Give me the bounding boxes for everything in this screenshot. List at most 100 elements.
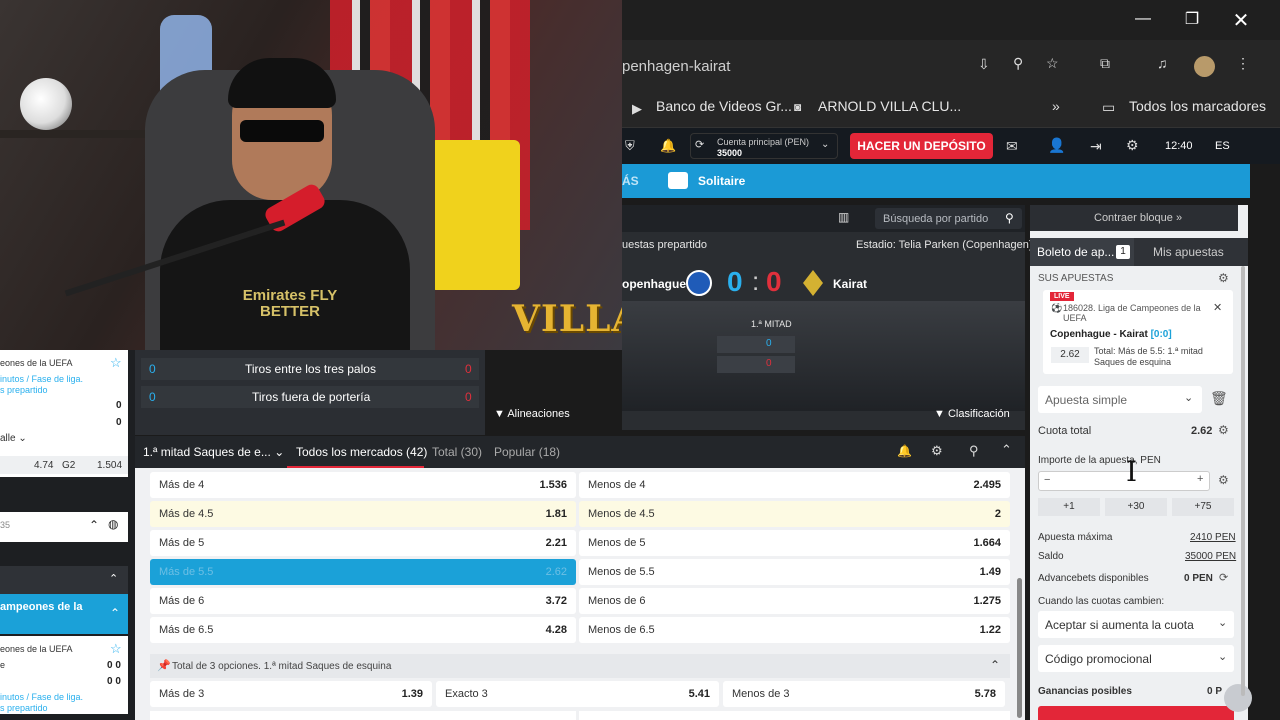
collapse-all-icon[interactable]: ⌃ xyxy=(1001,442,1012,458)
media-icon[interactable]: ♫ xyxy=(1157,55,1168,71)
quick-amount-1[interactable]: +1 xyxy=(1038,498,1100,516)
market-group-header[interactable]: 📌 Total de 3 opciones. 1.ª mitad Saques … xyxy=(150,654,1010,678)
restore-icon[interactable]: ❐ xyxy=(1169,9,1215,29)
betslip-scrollbar[interactable] xyxy=(1241,266,1245,696)
extensions-icon[interactable]: ⧉ xyxy=(1100,55,1110,72)
bet-market: Total: Más de 5.5: 1.ª mitad Saques de e… xyxy=(1094,346,1203,367)
market-row[interactable]: Menos de 3 5.78 xyxy=(723,681,1005,707)
refresh-icon[interactable]: ⟳ xyxy=(695,138,704,151)
match-card[interactable]: eones de la UEFA ☆ inutos / Fase de liga… xyxy=(0,350,128,477)
market-row[interactable]: Menos de 4.5 2 xyxy=(579,501,1010,527)
menu-icon[interactable]: ⋮ xyxy=(1236,55,1250,72)
classification-button[interactable]: ▼ Clasificación xyxy=(934,408,1010,420)
zoom-icon[interactable]: ⚲ xyxy=(1013,55,1023,72)
tab-betslip[interactable]: Boleto de ap... 1 xyxy=(1030,238,1134,266)
bookmark-2[interactable]: ARNOLD VILLA CLU... xyxy=(818,98,961,114)
tab-all-markets[interactable]: Todos los mercados (42) xyxy=(296,445,427,459)
all-bookmarks[interactable]: Todos los marcadores xyxy=(1129,98,1266,114)
balance-value[interactable]: 35000 PEN xyxy=(1185,551,1236,562)
away-team: Kairat xyxy=(833,277,868,291)
deposit-button[interactable]: HACER UN DEPÓSITO xyxy=(850,133,993,159)
collapse-block-link[interactable]: Contraer bloque » xyxy=(1030,205,1238,231)
promo-code-select[interactable]: Código promocional ⌄ xyxy=(1038,645,1234,672)
detail-toggle[interactable]: alle ⌄ xyxy=(0,433,27,444)
market-odd: 1.22 xyxy=(979,624,1001,636)
tab-my-bets[interactable]: Mis apuestas xyxy=(1153,245,1224,259)
account-box[interactable]: ⟳ Cuenta principal (PEN) 35000 ⌄ xyxy=(690,133,838,159)
max-bet-value[interactable]: 2410 PEN xyxy=(1190,532,1236,543)
language-select[interactable]: ES xyxy=(1215,140,1230,152)
market-row[interactable]: Menos de 5.5 1.49 xyxy=(579,559,1010,585)
remove-bet-icon[interactable]: ✕ xyxy=(1213,301,1222,314)
collapse-icon[interactable]: ⌃ xyxy=(89,518,99,532)
market-row[interactable]: Más de 4.5 1.81 xyxy=(150,501,576,527)
bookmark-1[interactable]: Banco de Videos Gr... xyxy=(656,98,792,114)
favorite-star-icon[interactable]: ☆ xyxy=(110,355,122,371)
search-icon[interactable]: ⚲ xyxy=(969,443,979,459)
market-row[interactable]: Más de 6 3.72 xyxy=(150,588,576,614)
nav-solitaire[interactable]: Solitaire xyxy=(698,174,745,188)
trash-icon[interactable]: 🗑 xyxy=(1210,390,1228,407)
card-league: eones de la UEFA xyxy=(0,644,73,654)
markets-scrollbar[interactable] xyxy=(1017,578,1022,718)
market-row[interactable]: Menos de 5 1.664 xyxy=(579,530,1010,556)
close-icon[interactable]: ✕ xyxy=(1218,8,1264,33)
market-row[interactable]: Más de 4 1.536 xyxy=(150,472,576,498)
odds-change-select[interactable]: Aceptar si aumenta la cuota ⌄ xyxy=(1038,611,1234,638)
place-bet-button[interactable] xyxy=(1038,706,1234,720)
increment-button[interactable]: + xyxy=(1197,473,1203,485)
shield-icon[interactable]: ⛨ xyxy=(625,138,635,154)
quick-amount-75[interactable]: +75 xyxy=(1172,498,1234,516)
market-label: Más de 4.5 xyxy=(159,508,214,520)
bell-icon[interactable]: 🔔 xyxy=(660,138,676,154)
league-card-active[interactable]: ampeones de la ⌃ xyxy=(0,594,128,634)
market-group-select[interactable]: 1.ª mitad Saques de e... ⌄ xyxy=(143,445,284,459)
install-icon[interactable]: ⇩ xyxy=(978,56,990,73)
market-row-selected[interactable]: Más de 5.5 2.62 xyxy=(150,559,576,585)
chevron-up-icon[interactable]: ⌃ xyxy=(990,658,1000,672)
tab-popular[interactable]: Popular (18) xyxy=(494,445,560,459)
market-row[interactable]: Menos de 6 1.275 xyxy=(579,588,1010,614)
profile-avatar[interactable] xyxy=(1194,56,1215,77)
quick-amount-30[interactable]: +30 xyxy=(1105,498,1167,516)
lineups-button[interactable]: ▼ Alineaciones xyxy=(494,408,570,420)
market-row[interactable]: Menos de 4 2.495 xyxy=(579,472,1010,498)
amount-input[interactable]: − + xyxy=(1038,471,1210,491)
decrement-button[interactable]: − xyxy=(1044,474,1050,486)
user-icon[interactable]: 👤 xyxy=(1048,137,1065,154)
bet-type-select[interactable]: Apuesta simple ⌄ xyxy=(1038,386,1202,413)
chat-avatar-icon[interactable] xyxy=(1224,684,1252,712)
pin-icon[interactable]: 📌 xyxy=(157,659,171,672)
gear-icon[interactable]: ⚙ xyxy=(1218,423,1229,437)
live-badge: LIVE xyxy=(1050,292,1074,301)
more-bookmarks-icon[interactable]: » xyxy=(1052,98,1060,114)
url-text[interactable]: penhagen-kairat xyxy=(622,58,730,75)
gear-icon[interactable]: ⚙ xyxy=(931,443,943,459)
notify-icon[interactable]: 🔔 xyxy=(897,444,912,458)
refresh-icon[interactable]: ⟳ xyxy=(1219,571,1228,584)
match-card-header[interactable]: 35 ⌃ ◍ xyxy=(0,512,128,542)
favorite-star-icon[interactable]: ☆ xyxy=(110,641,122,657)
mail-icon[interactable]: ✉ xyxy=(1006,138,1018,155)
market-odd: 5.41 xyxy=(688,688,710,700)
market-row[interactable]: Más de 5 2.21 xyxy=(150,530,576,556)
market-row[interactable]: Menos de 6.5 1.22 xyxy=(579,617,1010,643)
settings-icon[interactable]: ⚙ xyxy=(1126,137,1139,154)
odd-value[interactable]: 1.504 xyxy=(97,460,122,471)
star-icon[interactable]: ☆ xyxy=(1046,55,1059,72)
slip-settings-icon[interactable]: ⚙ xyxy=(1218,271,1229,285)
market-row[interactable]: Más de 6.5 4.28 xyxy=(150,617,576,643)
match-card[interactable]: eones de la UEFA ☆ 0 0 e 0 0 inutos / Fa… xyxy=(0,636,128,714)
gear-icon[interactable]: ⚙ xyxy=(1218,473,1229,487)
odd-value[interactable]: 4.74 xyxy=(34,460,53,471)
match-search-input[interactable]: Búsqueda por partido ⚲ xyxy=(875,208,1022,229)
league-header[interactable]: ⌃ xyxy=(0,566,128,594)
minimize-icon[interactable]: — xyxy=(1120,10,1166,28)
market-row[interactable]: Más de 3 1.39 xyxy=(150,681,432,707)
market-odd: 1.81 xyxy=(545,508,567,520)
nav-more[interactable]: ÁS xyxy=(622,174,639,188)
stats-icon[interactable]: ▥ xyxy=(838,210,849,224)
logout-icon[interactable]: ⇥ xyxy=(1090,138,1102,155)
market-row[interactable]: Exacto 3 5.41 xyxy=(436,681,719,707)
tab-total[interactable]: Total (30) xyxy=(432,445,482,459)
